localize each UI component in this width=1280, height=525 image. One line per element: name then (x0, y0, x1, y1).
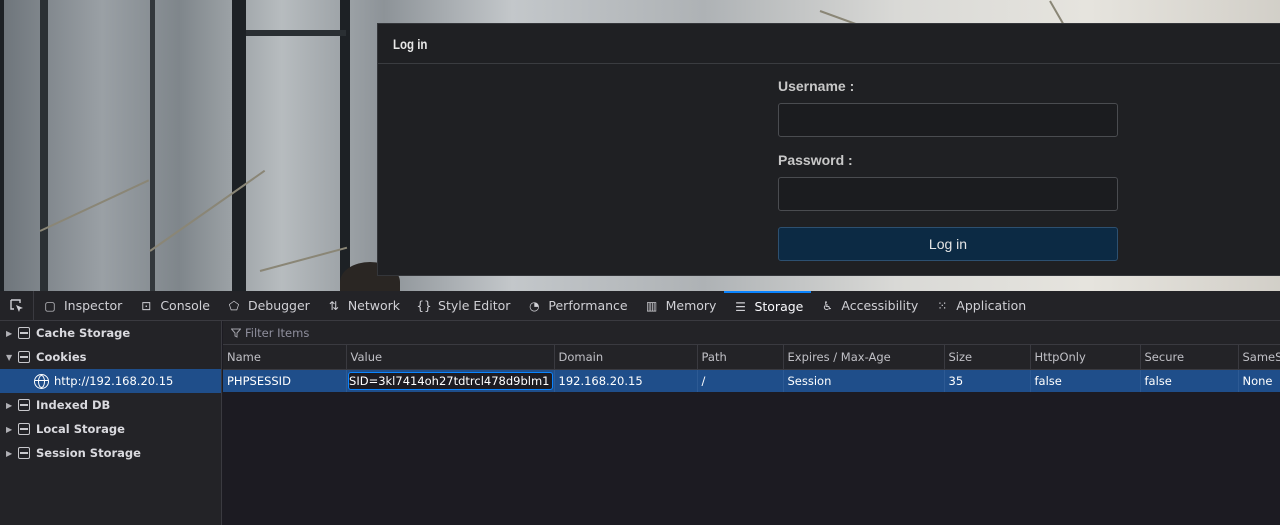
username-label: Username : (778, 78, 855, 94)
tab-label: Application (956, 298, 1027, 313)
sidebar-item-session-storage[interactable]: ▶ Session Storage (0, 441, 221, 465)
cookie-size-cell[interactable]: 35 (944, 369, 1031, 392)
network-icon: ⇅ (328, 298, 339, 313)
sidebar-item-local-storage[interactable]: ▶ Local Storage (0, 417, 221, 441)
column-header-value[interactable]: Value (346, 345, 555, 370)
tab-console[interactable]: ⊡ Console (130, 291, 218, 321)
storage-icon (18, 327, 30, 339)
cookie-samesite-cell[interactable]: None (1238, 369, 1280, 392)
cookie-secure-cell[interactable]: false (1140, 369, 1239, 392)
performance-icon: ◔ (529, 298, 540, 313)
filter-items-input[interactable] (245, 325, 545, 340)
storage-icon (18, 447, 30, 459)
tab-style-editor[interactable]: {} Style Editor (408, 291, 518, 321)
column-header-size[interactable]: Size (944, 345, 1031, 370)
login-dialog: Log in Username : Password : Log in (377, 23, 1280, 276)
storage-icon (18, 351, 30, 363)
storage-main-panel: Name Value Domain Path Expires / Max-Age… (223, 321, 1280, 525)
cookie-path-cell[interactable]: / (697, 369, 784, 392)
login-dialog-header: Log in (378, 24, 1280, 64)
expand-arrow-icon: ▶ (6, 400, 13, 410)
column-header-expires[interactable]: Expires / Max-Age (783, 345, 945, 370)
tab-performance[interactable]: ◔ Performance (518, 291, 635, 321)
collapse-arrow-icon: ▼ (6, 352, 13, 362)
tab-memory[interactable]: ▥ Memory (636, 291, 725, 321)
sidebar-item-label: http://192.168.20.15 (54, 374, 174, 388)
storage-sidebar: ▶ Cache Storage ▼ Cookies http://192.168… (0, 321, 222, 525)
tab-label: Performance (548, 298, 628, 313)
cookie-expires-cell[interactable]: Session (783, 369, 945, 392)
password-label: Password : (778, 152, 853, 168)
tab-storage[interactable]: ☰ Storage (724, 290, 812, 321)
login-button[interactable]: Log in (778, 227, 1118, 261)
storage-icon (18, 423, 30, 435)
tab-label: Memory (665, 298, 717, 313)
application-icon: ⁙ (937, 298, 948, 313)
inspector-icon: ▢ (44, 298, 56, 313)
cookies-table: Name Value Domain Path Expires / Max-Age… (223, 345, 1280, 392)
console-icon: ⊡ (141, 298, 152, 313)
sidebar-item-label: Indexed DB (36, 398, 111, 412)
cookie-value-editor[interactable]: ESSID=3kl7414oh27tdtrcl478d9blm1 (347, 371, 553, 390)
tab-label: Inspector (64, 298, 123, 313)
sidebar-item-cache-storage[interactable]: ▶ Cache Storage (0, 321, 221, 345)
tab-label: Network (347, 298, 401, 313)
expand-arrow-icon: ▶ (6, 328, 13, 338)
page-viewport: Log in Username : Password : Log in (0, 0, 1280, 291)
column-header-name[interactable]: Name (223, 345, 347, 370)
tab-application[interactable]: ⁙ Application (926, 291, 1034, 321)
devtools-toolbar: ▢ Inspector ⊡ Console ⬠ Debugger ⇅ Network {… (0, 290, 1280, 321)
expand-arrow-icon: ▶ (6, 448, 13, 458)
element-picker-button[interactable] (0, 290, 34, 321)
sidebar-item-label: Session Storage (36, 446, 141, 460)
username-input[interactable] (778, 103, 1118, 137)
sidebar-item-cookie-host[interactable]: http://192.168.20.15 (0, 369, 221, 393)
login-dialog-title: Log in (393, 36, 428, 52)
sidebar-item-label: Local Storage (36, 422, 125, 436)
background-window-frame (232, 0, 246, 291)
background-window-frame (246, 30, 346, 36)
background-window-frame (40, 0, 48, 291)
cookie-value-cell[interactable]: ESSID=3kl7414oh27tdtrcl478d9blm1 (346, 369, 555, 392)
sidebar-item-label: Cache Storage (36, 326, 131, 340)
tab-inspector[interactable]: ▢ Inspector (34, 291, 130, 321)
tab-label: Console (160, 298, 210, 313)
tab-debugger[interactable]: ⬠ Debugger (218, 291, 318, 321)
globe-icon (34, 373, 49, 389)
table-row[interactable]: PHPSESSID ESSID=3kl7414oh27tdtrcl478d9bl… (223, 369, 1280, 392)
accessibility-icon: ♿ (821, 298, 833, 313)
column-header-httponly[interactable]: HttpOnly (1030, 345, 1141, 370)
cookie-domain-cell[interactable]: 192.168.20.15 (554, 369, 698, 392)
tab-network[interactable]: ⇅ Network (318, 291, 408, 321)
memory-icon: ▥ (645, 298, 658, 313)
storage-icon: ☰ (735, 299, 746, 314)
background-reed (259, 246, 348, 272)
expand-arrow-icon: ▶ (6, 424, 13, 434)
cookie-name-cell[interactable]: PHPSESSID (223, 369, 347, 392)
column-header-path[interactable]: Path (697, 345, 784, 370)
cookie-httponly-cell[interactable]: false (1030, 369, 1141, 392)
column-header-samesite[interactable]: SameS (1238, 345, 1280, 370)
password-input[interactable] (778, 177, 1118, 211)
column-header-domain[interactable]: Domain (554, 345, 698, 370)
filter-bar (223, 321, 1280, 345)
tab-accessibility[interactable]: ♿ Accessibility (811, 291, 926, 321)
column-header-secure[interactable]: Secure (1140, 345, 1239, 370)
background-reed (39, 179, 150, 232)
tab-label: Style Editor (438, 298, 511, 313)
element-picker-icon (9, 298, 23, 312)
tab-label: Accessibility (841, 298, 919, 313)
background-reed (149, 169, 266, 252)
background-window-frame (0, 0, 4, 291)
filter-icon (231, 328, 241, 338)
tab-label: Storage (754, 299, 804, 314)
table-header-row: Name Value Domain Path Expires / Max-Age… (223, 345, 1280, 370)
debugger-icon: ⬠ (228, 298, 240, 313)
storage-icon (18, 399, 30, 411)
style-editor-icon: {} (416, 298, 432, 313)
sidebar-item-cookies[interactable]: ▼ Cookies (0, 345, 221, 369)
sidebar-item-label: Cookies (36, 350, 87, 364)
tab-label: Debugger (247, 298, 310, 313)
sidebar-item-indexed-db[interactable]: ▶ Indexed DB (0, 393, 221, 417)
